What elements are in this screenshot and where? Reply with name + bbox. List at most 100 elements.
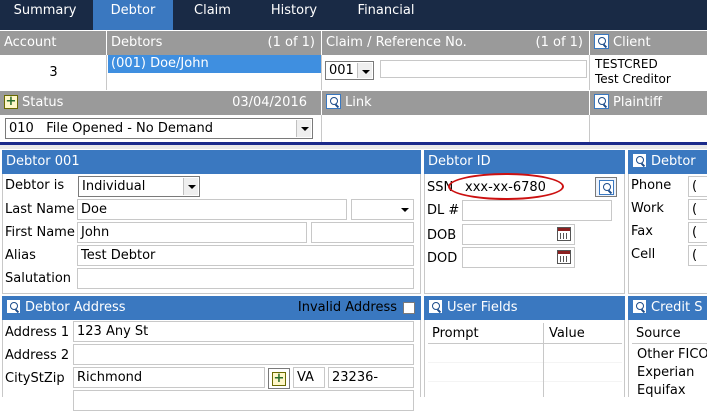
address1-value: 123 Any St bbox=[77, 324, 149, 339]
dod-label: DOD bbox=[427, 251, 458, 266]
credit-table-header: Source bbox=[632, 323, 707, 344]
chevron-down-icon bbox=[397, 201, 412, 218]
credit-source-row[interactable]: Other FICO bbox=[637, 347, 707, 362]
last-name-value: Doe bbox=[81, 202, 107, 217]
state-field[interactable]: VA bbox=[293, 367, 325, 388]
search-icon bbox=[599, 180, 614, 195]
status-header: + Status 03/04/2016 bbox=[0, 91, 322, 115]
user-fields-lookup-icon[interactable] bbox=[428, 299, 443, 314]
salutation-field[interactable] bbox=[77, 268, 414, 289]
link-header: Link bbox=[322, 91, 590, 115]
first-name-field[interactable]: John bbox=[77, 222, 307, 243]
alias-value: Test Debtor bbox=[81, 248, 156, 263]
section-gap bbox=[0, 145, 707, 149]
zip-field[interactable]: 23236- bbox=[328, 367, 414, 388]
credit-source-row[interactable]: Experian bbox=[637, 365, 694, 380]
city-field[interactable]: Richmond bbox=[73, 367, 265, 388]
debtor-id-title: Debtor ID bbox=[428, 154, 491, 169]
credit-header: Credit S bbox=[628, 296, 707, 320]
value-column-header[interactable]: Value bbox=[549, 326, 585, 341]
fax-label: Fax bbox=[631, 224, 653, 239]
ssn-lookup-button[interactable] bbox=[595, 177, 617, 197]
chevron-down-icon bbox=[183, 178, 198, 195]
tab-debtor[interactable]: Debtor bbox=[93, 0, 173, 30]
claim-header-label: Claim / Reference No. bbox=[326, 35, 467, 50]
debtor-phone-header: Debtor P bbox=[628, 150, 707, 193]
debtor-panel-header: Debtor 001 bbox=[2, 150, 421, 174]
address2-label: Address 2 bbox=[5, 348, 70, 363]
citystzip-label: CityStZip bbox=[5, 371, 65, 386]
last-name-field[interactable]: Doe bbox=[77, 199, 347, 220]
debtor-type-select[interactable]: Individual bbox=[78, 176, 200, 197]
first-name-value: John bbox=[81, 225, 110, 240]
alias-label: Alias bbox=[5, 248, 36, 263]
state-value: VA bbox=[297, 370, 314, 385]
divider bbox=[106, 55, 107, 90]
phone-field[interactable]: ( bbox=[688, 176, 707, 197]
divider bbox=[543, 344, 544, 397]
first-name-label: First Name bbox=[5, 225, 75, 240]
credit-title: Credit S bbox=[651, 300, 703, 315]
phone-prefix: ( bbox=[692, 179, 698, 194]
last-name-label: Last Name bbox=[5, 202, 75, 217]
cell-prefix: ( bbox=[692, 248, 698, 263]
work-prefix: ( bbox=[692, 202, 698, 217]
cell-field[interactable]: ( bbox=[688, 245, 707, 266]
user-fields-header: User Fields bbox=[424, 296, 625, 320]
link-lookup-icon[interactable] bbox=[326, 94, 341, 109]
phone-lookup-icon[interactable] bbox=[632, 153, 647, 168]
credit-source-row[interactable]: Equifax bbox=[637, 383, 686, 398]
client-code: TESTCRED bbox=[595, 57, 658, 71]
dl-label: DL # bbox=[427, 203, 460, 218]
plus-icon: + bbox=[272, 371, 286, 386]
work-field[interactable]: ( bbox=[688, 199, 707, 220]
address2-field[interactable] bbox=[73, 344, 414, 365]
chevron-down-icon bbox=[357, 63, 372, 78]
tab-summary[interactable]: Summary bbox=[0, 0, 90, 30]
add-city-button[interactable]: + bbox=[268, 368, 290, 389]
tab-financial-label: Financial bbox=[357, 3, 415, 18]
plaintiff-header: Plaintiff bbox=[590, 91, 707, 115]
address-lookup-icon[interactable] bbox=[6, 299, 21, 314]
plaintiff-lookup-icon[interactable] bbox=[594, 94, 609, 109]
debtor-is-label: Debtor is bbox=[5, 178, 65, 193]
salutation-label: Salutation bbox=[5, 271, 72, 286]
fax-field[interactable]: ( bbox=[688, 222, 707, 243]
user-fields-table-header: Prompt Value bbox=[428, 323, 622, 344]
calendar-icon[interactable] bbox=[557, 227, 571, 241]
dl-field[interactable] bbox=[462, 200, 612, 221]
status-value: 010 File Opened - No Demand bbox=[9, 121, 213, 136]
source-column-header[interactable]: Source bbox=[636, 326, 681, 341]
debtor-list-item[interactable]: (001) Doe/John bbox=[108, 55, 321, 73]
tab-claim[interactable]: Claim bbox=[180, 0, 245, 30]
address1-field[interactable]: 123 Any St bbox=[73, 321, 414, 342]
credit-lookup-icon[interactable] bbox=[632, 299, 647, 314]
phone-label: Phone bbox=[631, 178, 672, 193]
link-header-label: Link bbox=[345, 95, 372, 110]
county-field[interactable] bbox=[73, 390, 414, 411]
add-status-icon[interactable]: + bbox=[4, 94, 18, 109]
status-select[interactable]: 010 File Opened - No Demand bbox=[5, 118, 313, 139]
dob-label: DOB bbox=[427, 228, 457, 243]
tab-financial[interactable]: Financial bbox=[345, 0, 427, 30]
debtors-header-label: Debtors bbox=[111, 35, 163, 50]
name-suffix-select[interactable] bbox=[351, 199, 414, 220]
middle-name-field[interactable] bbox=[311, 222, 414, 243]
tab-debtor-label: Debtor bbox=[110, 3, 156, 18]
claim-number-value: 001 bbox=[329, 63, 354, 78]
alias-field[interactable]: Test Debtor bbox=[77, 245, 414, 266]
prompt-column-header[interactable]: Prompt bbox=[432, 326, 479, 341]
tab-history[interactable]: History bbox=[258, 0, 330, 30]
claim-number-select[interactable]: 001 bbox=[325, 61, 374, 80]
address1-label: Address 1 bbox=[5, 325, 70, 340]
calendar-icon[interactable] bbox=[557, 250, 571, 264]
reference-number-field[interactable] bbox=[380, 60, 587, 78]
address-title: Debtor Address bbox=[25, 300, 126, 315]
divider bbox=[543, 323, 544, 344]
claim-count: (1 of 1) bbox=[535, 35, 583, 50]
client-lookup-icon[interactable] bbox=[594, 34, 609, 49]
tab-summary-label: Summary bbox=[13, 3, 77, 18]
address-header: Debtor Address Invalid Address bbox=[2, 296, 421, 320]
client-name: Test Creditor bbox=[595, 72, 671, 86]
invalid-address-checkbox[interactable] bbox=[403, 302, 415, 314]
